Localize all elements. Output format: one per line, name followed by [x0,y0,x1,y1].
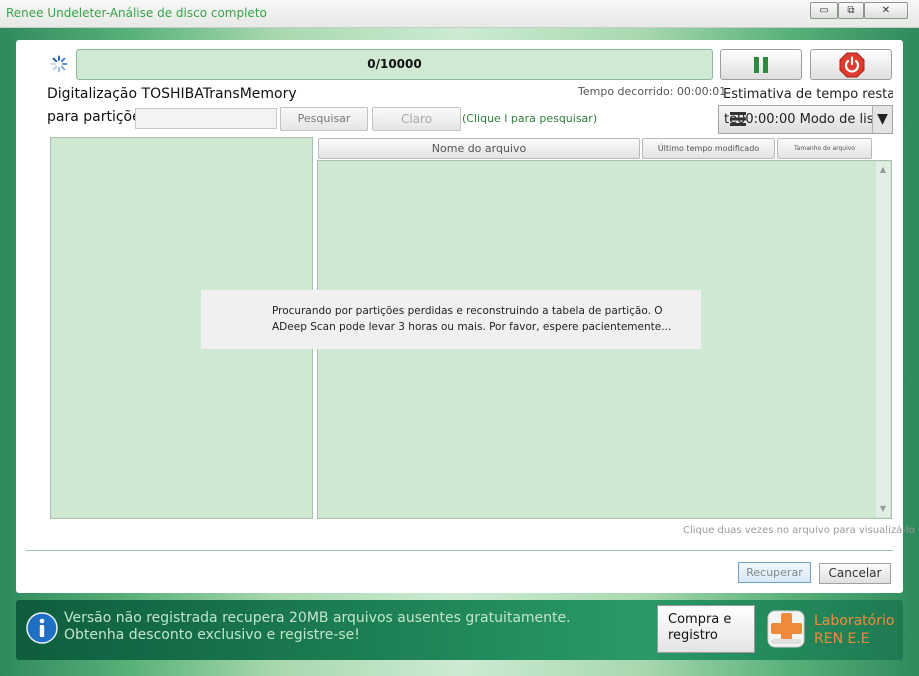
close-button[interactable]: ✕ [864,2,908,19]
search-hint: (Clique l para pesquisar) [462,112,598,125]
buy-button-line-1: Compra e [668,612,732,627]
buy-button-line-2: registro [668,628,718,643]
info-icon [26,612,58,644]
recover-button[interactable]: Recuperar [738,562,811,583]
restore-icon: ⧉ [847,5,855,16]
minimize-icon: ▭ [819,5,829,16]
chevron-down-icon[interactable]: ▼ [872,106,892,133]
close-icon: ✕ [881,5,891,16]
pause-icon [754,57,768,73]
scan-status-message: Procurando por partições perdidas e reco… [201,290,701,349]
list-icon [730,112,746,126]
scroll-up-icon[interactable]: ▲ [876,164,890,176]
lab-brand-line-2: REN E.E [814,631,870,647]
spinner-icon [50,55,68,73]
buy-and-register-button[interactable]: Compra e registro [657,605,755,653]
divider [26,550,893,551]
stop-icon [839,52,865,78]
scroll-down-icon[interactable]: ▼ [876,503,890,515]
scan-device-label: Digitalização TOSHIBATransMemory [47,86,297,102]
pause-button[interactable] [720,49,802,80]
window-title: Renee Undeleter-Análise de disco complet… [6,6,267,20]
view-mode-value: te00:00:00 Modo de lista [724,112,887,127]
preview-hint: Clique duas vezes no arquivo para visual… [683,525,915,536]
file-filter-input[interactable] [135,108,277,129]
status-message-line-1: Procurando por partições perdidas e reco… [272,305,663,317]
column-header-file-size[interactable]: Tamanho do arquivo [777,138,872,159]
estimated-time-label: Estimativa de tempo restan- [723,87,893,102]
minimize-button[interactable]: ▭ [810,2,838,19]
stop-button[interactable] [810,49,892,80]
column-header-last-modified[interactable]: Último tempo modificado [642,138,775,159]
lab-brand-name: Laboratório REN E.E [814,612,904,648]
elapsed-time: Tempo decorrido: 00:00:01 [578,85,727,98]
lab-logo-icon [767,610,805,648]
registration-promo-text: Versão não registrada recupera 20MB arqu… [64,610,571,643]
cancel-button[interactable]: Cancelar [819,563,891,584]
progress-text: 0/10000 [367,57,422,71]
file-list-scrollbar[interactable]: ▲ ▼ [876,162,890,517]
lab-brand-line-1: Laboratório [814,613,895,629]
clear-button[interactable]: Claro [372,107,461,131]
search-button[interactable]: Pesquisar [280,107,368,131]
restore-button[interactable]: ⧉ [838,2,864,19]
scan-progress-bar: 0/10000 [76,49,713,80]
status-message-line-2: ADeep Scan pode levar 3 horas ou mais. P… [272,321,672,333]
view-mode-select[interactable]: te00:00:00 Modo de lista ▼ [718,105,893,134]
column-header-file-name[interactable]: Nome do arquivo [318,138,640,159]
